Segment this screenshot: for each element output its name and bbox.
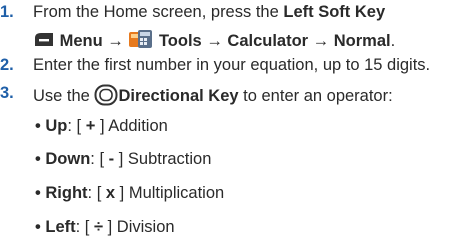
step-text: Use the Directional Key to enter an oper…	[33, 84, 393, 111]
step-1: 1. From the Home screen, press the Left …	[0, 3, 474, 53]
tools-icon	[128, 28, 154, 55]
step-number: 1.	[0, 3, 14, 21]
step-number: 2.	[0, 56, 14, 74]
operator-item-up: • Up: [ + ] Addition	[35, 117, 168, 135]
operator-item-left: • Left: [ ÷ ] Division	[35, 218, 175, 236]
step-3: 3. Use the Directional Key to enter an o…	[0, 82, 474, 108]
step-text-line-2: Menu → Tools → Calculator → Normal.	[33, 28, 395, 55]
left-soft-key-icon	[33, 30, 55, 55]
step-2: 2. Enter the first number in your equati…	[0, 56, 474, 78]
step-number: 3.	[0, 84, 14, 102]
operator-item-down: • Down: [ - ] Subtraction	[35, 150, 212, 168]
step-text: Enter the first number in your equation,…	[33, 56, 431, 74]
directional-key-icon	[94, 84, 118, 111]
operator-item-right: • Right: [ x ] Multiplication	[35, 184, 225, 202]
step-text-line-1: From the Home screen, press the Left Sof…	[33, 3, 386, 21]
left-soft-key-label: Left Soft Key	[283, 3, 386, 21]
directional-key-label: Directional Key	[118, 87, 239, 105]
